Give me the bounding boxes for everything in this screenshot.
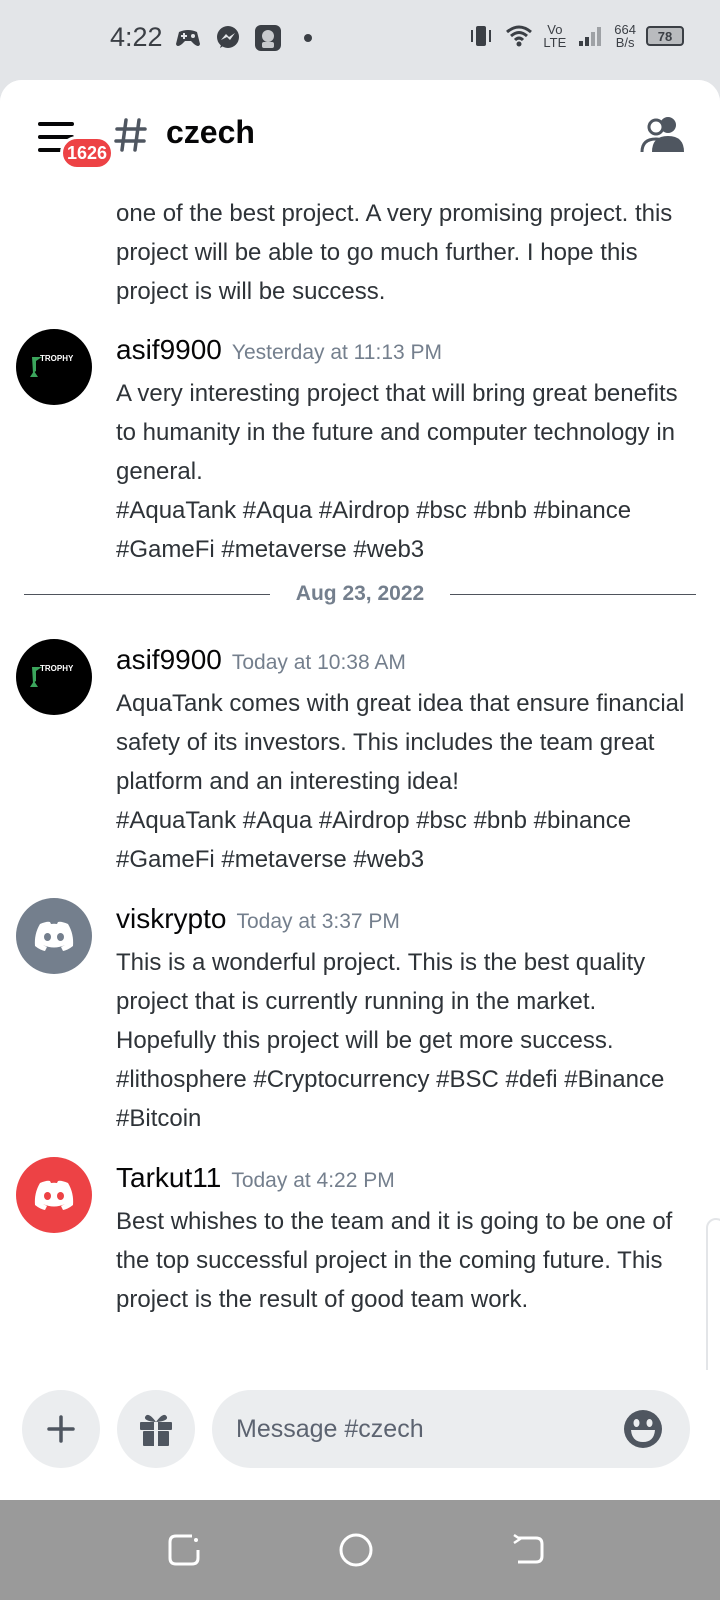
message-tags: #lithosphere #Cryptocurrency #BSC #defi … [116, 1066, 665, 1132]
avatar[interactable]: TROPHY [16, 639, 92, 715]
date-divider: Aug 23, 2022 [24, 582, 696, 605]
network-speed: 664 B/s [614, 23, 636, 49]
home-button[interactable] [336, 1530, 376, 1570]
avatar[interactable] [16, 898, 92, 974]
author-name[interactable]: asif9900 [116, 334, 222, 365]
discord-logo-icon [34, 1180, 74, 1210]
avatar[interactable] [16, 1157, 92, 1233]
recent-apps-button[interactable] [164, 1530, 204, 1570]
trophy-logo-icon: TROPHY [30, 664, 74, 687]
timestamp: Yesterday at 11:13 PM [231, 341, 443, 364]
status-bar: 4:22 Vo LTE 664 B/s 78 [0, 0, 720, 80]
members-icon [640, 117, 684, 153]
emoji-button[interactable] [622, 1408, 664, 1450]
channel-hash-icon [114, 118, 147, 152]
hamburger-icon [38, 122, 74, 126]
trophy-logo-icon: TROPHY [30, 354, 74, 377]
plus-icon [47, 1415, 75, 1443]
author-name[interactable]: Tarkut11 [116, 1162, 221, 1193]
system-status: Vo LTE 664 B/s 78 [467, 22, 684, 50]
back-button[interactable] [508, 1530, 548, 1570]
svg-text:TROPHY: TROPHY [40, 354, 74, 363]
message-input[interactable] [212, 1390, 690, 1468]
message-header: asif9900 Today at 10:38 AM [116, 644, 406, 676]
svg-text:TROPHY: TROPHY [40, 664, 74, 673]
message-body: AquaTank comes with great idea that ensu… [116, 684, 696, 879]
avatar[interactable]: TROPHY [16, 329, 92, 405]
divider-date: Aug 23, 2022 [295, 582, 425, 605]
wifi-icon [505, 22, 533, 50]
message-body: A very interesting project that will bri… [116, 374, 696, 569]
channel-title: czech [166, 114, 255, 150]
status-time: 4:22 [110, 22, 163, 52]
notification-icons [174, 24, 322, 52]
message-text: Best whishes to the team and it is going… [116, 1208, 673, 1313]
message-composer [0, 1380, 720, 1500]
vibrate-icon [467, 22, 495, 50]
message-tags: #AquaTank #Aqua #Airdrop #bsc #bnb #bina… [116, 497, 632, 563]
message-body: Best whishes to the team and it is going… [116, 1202, 696, 1319]
app-icon [254, 24, 282, 52]
battery-indicator: 78 [646, 26, 684, 46]
message-header: Tarkut11 Today at 4:22 PM [116, 1162, 395, 1194]
volte-bottom: LTE [543, 35, 567, 50]
timestamp: Today at 3:37 PM [236, 910, 400, 933]
home-icon [339, 1533, 373, 1567]
author-name[interactable]: viskrypto [116, 903, 226, 934]
signal-icon [576, 22, 604, 50]
gift-icon [140, 1414, 172, 1446]
discord-logo-icon [34, 921, 74, 951]
gift-button[interactable] [117, 1390, 195, 1468]
volte-indicator: Vo LTE [543, 23, 566, 49]
channel-header: 1626 czech [0, 80, 720, 180]
message-text: This is a wonderful project. This is the… [116, 949, 646, 1054]
timestamp: Today at 4:22 PM [231, 1169, 395, 1192]
members-button[interactable] [640, 114, 686, 158]
game-controller-icon [174, 24, 202, 52]
message-tags: #AquaTank #Aqua #Airdrop #bsc #bnb #bina… [116, 807, 632, 873]
emoji-icon [624, 1410, 662, 1448]
unread-badge: 1626 [60, 136, 115, 170]
author-name[interactable]: asif9900 [116, 644, 222, 675]
network-speed-unit: B/s [615, 35, 635, 50]
message-list[interactable]: one of the best project. A very promisin… [0, 180, 720, 1370]
recent-apps-icon [168, 1534, 200, 1566]
back-icon [513, 1533, 544, 1564]
message-text: AquaTank comes with great idea that ensu… [116, 690, 685, 795]
message-header: asif9900 Yesterday at 11:13 PM [116, 334, 442, 366]
timestamp: Today at 10:38 AM [231, 651, 406, 674]
side-panel-edge[interactable] [706, 1218, 720, 1370]
message-body: This is a wonderful project. This is the… [116, 943, 696, 1138]
dot-icon [294, 24, 322, 52]
navigation-bar [0, 1500, 720, 1600]
add-attachment-button[interactable] [22, 1390, 100, 1468]
message-header: viskrypto Today at 3:37 PM [116, 903, 400, 935]
message-text: one of the best project. A very promisin… [116, 200, 673, 305]
message-text: A very interesting project that will bri… [116, 380, 678, 485]
chat-panel: 1626 czech one of the best project. A ve… [0, 80, 720, 1500]
messenger-icon [214, 24, 242, 52]
